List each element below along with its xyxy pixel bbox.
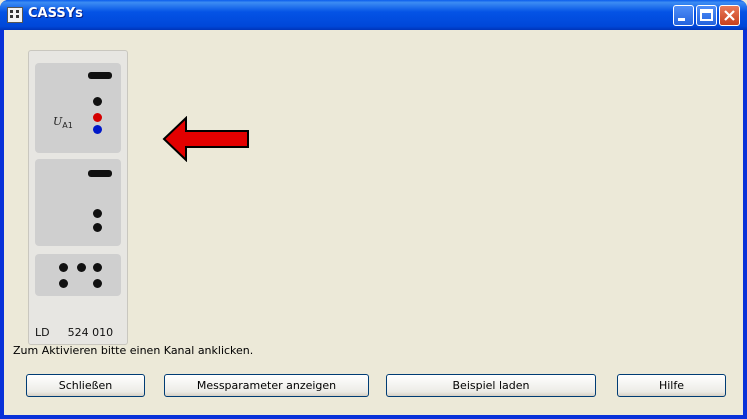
maximize-icon (700, 9, 713, 21)
cassy-device-panel: UA1 LD 524 010 (28, 50, 128, 345)
red-socket-icon (93, 113, 102, 122)
channel-label: UA1 (53, 115, 73, 131)
channel-a-block[interactable]: UA1 (35, 63, 121, 153)
window-title: CASSYs (28, 6, 83, 21)
maximize-button[interactable] (696, 5, 717, 26)
sensor-port-block[interactable] (35, 254, 121, 296)
connector-slot-icon (88, 170, 112, 177)
cassys-window: CASSYs UA1 LD 524 010 Zum Aktivieren bit… (0, 0, 747, 419)
app-icon (7, 7, 23, 23)
pin-icon (93, 279, 102, 288)
show-parameters-button[interactable]: Messparameter anzeigen (164, 374, 369, 397)
black-socket-icon (93, 209, 102, 218)
help-button[interactable]: Hilfe (617, 374, 726, 397)
red-arrow-icon (162, 116, 249, 162)
blue-socket-icon (93, 125, 102, 134)
load-example-button[interactable]: Beispiel laden (386, 374, 596, 397)
minimize-button[interactable] (673, 5, 694, 26)
pin-icon (77, 263, 86, 272)
close-button[interactable]: Schließen (26, 374, 145, 397)
title-bar[interactable]: CASSYs (0, 0, 747, 30)
client-area: UA1 LD 524 010 Zum Aktivieren bitte einen… (4, 30, 743, 415)
pin-icon (59, 279, 68, 288)
hint-text: Zum Aktivieren bitte einen Kanal anklick… (13, 344, 254, 357)
channel-b-block[interactable] (35, 159, 121, 246)
close-window-button[interactable] (719, 5, 740, 26)
pin-icon (59, 263, 68, 272)
minimize-icon (678, 18, 685, 21)
device-model-label: LD 524 010 (35, 326, 114, 339)
close-icon (724, 10, 735, 21)
black-socket-icon (93, 223, 102, 232)
pin-icon (93, 263, 102, 272)
connector-slot-icon (88, 72, 112, 79)
black-socket-icon (93, 97, 102, 106)
